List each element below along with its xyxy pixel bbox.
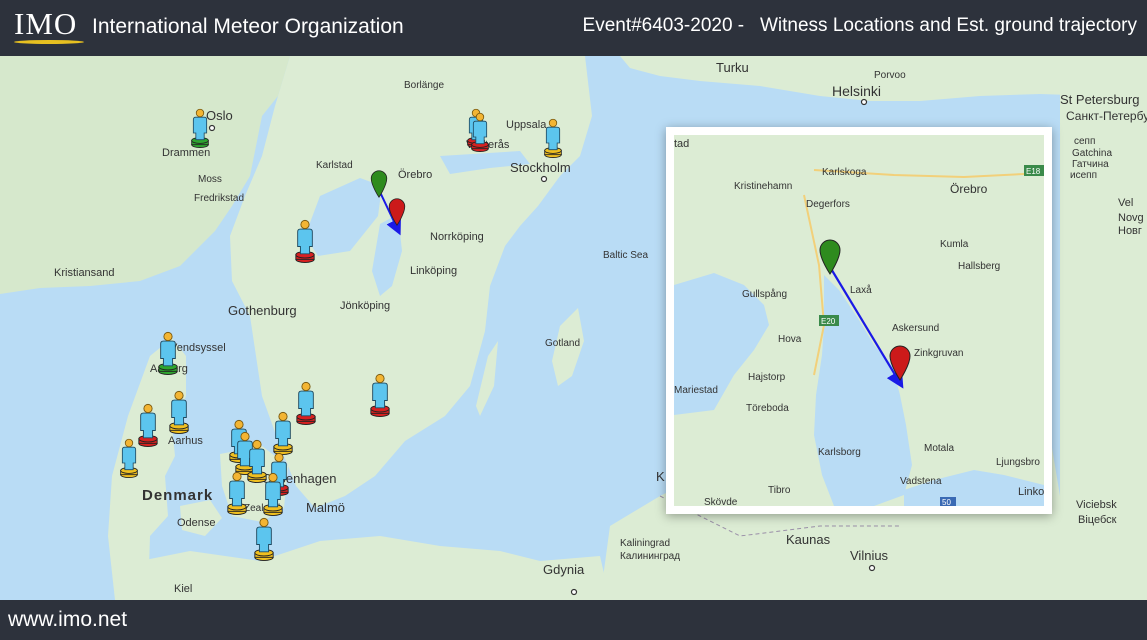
germany-poland-land xyxy=(130,536,610,600)
header-bar: IMO International Meteor Organization Ev… xyxy=(0,0,1147,56)
inset-label-hova: Hova xyxy=(778,334,802,345)
label-borlange: Borlänge xyxy=(404,80,444,91)
label-kaunas: Kaunas xyxy=(786,532,831,547)
inset-map[interactable]: tad Karlskoga Kristinehamn Degerfors Öre… xyxy=(674,135,1044,506)
label-gothenburg: Gothenburg xyxy=(228,303,297,318)
oland-land xyxy=(476,341,498,416)
label-vendsyssel: Vendsyssel xyxy=(170,342,226,354)
label-oslo: Oslo xyxy=(206,108,233,123)
inset-label-askersund: Askersund xyxy=(892,323,939,334)
label-stockholm: Stockholm xyxy=(510,160,571,175)
inset-label-degerfors: Degerfors xyxy=(806,199,850,210)
road-shield-50: 50 xyxy=(942,498,951,506)
inset-label-hallsberg: Hallsberg xyxy=(958,261,1000,272)
label-sepp: сепп xyxy=(1074,136,1095,147)
imo-logo: IMO xyxy=(14,6,78,41)
label-novg: Novg xyxy=(1118,212,1144,224)
road-shield-e18: E18 xyxy=(1026,167,1041,176)
label-gotland: Gotland xyxy=(545,338,580,349)
inset-label-ljungsbro: Ljungsbro xyxy=(996,457,1040,468)
inset-label-karlsborg: Karlsborg xyxy=(818,447,861,458)
label-gatchina-ru: Гатчина xyxy=(1072,159,1109,170)
label-norrkoping: Norrköping xyxy=(430,231,484,243)
inset-label-gullspang: Gullspång xyxy=(742,288,787,300)
label-vel: Vel xyxy=(1118,197,1133,209)
inset-label-tibro: Tibro xyxy=(768,485,791,496)
inset-map-frame: tad Karlskoga Kristinehamn Degerfors Öre… xyxy=(666,127,1052,514)
label-baltic-sea: Baltic Sea xyxy=(603,250,648,261)
label-st-petersburg-ru: Санкт-Петербург xyxy=(1066,109,1147,123)
label-kaliningrad-ru: Калининград xyxy=(620,551,680,562)
label-vilnius: Vilnius xyxy=(850,548,889,563)
label-fredrikstad: Fredrikstad xyxy=(194,193,244,204)
footer-url[interactable]: www.imo.net xyxy=(8,608,127,632)
label-karlstad: Karlstad xyxy=(316,160,353,171)
label-linkoping: Linköping xyxy=(410,265,457,277)
label-porvoo: Porvoo xyxy=(874,70,906,81)
label-kristiansand: Kristiansand xyxy=(54,267,115,279)
road-shield-e20: E20 xyxy=(821,317,836,326)
label-uppsala: Uppsala xyxy=(506,119,547,131)
witness-marker[interactable] xyxy=(254,517,274,562)
inset-label-mariestad: Mariestad xyxy=(674,385,718,396)
label-novg-ru: Новг xyxy=(1118,225,1142,237)
inset-label-vadstena: Vadstena xyxy=(900,476,942,487)
inset-label-kristinehamn: Kristinehamn xyxy=(734,181,792,192)
label-malmo: Malmö xyxy=(306,500,345,515)
label-helsinki: Helsinki xyxy=(832,83,881,99)
label-viciebsk: Viciebsk xyxy=(1076,499,1117,511)
inset-label-laxa: Laxå xyxy=(850,284,872,296)
inset-label-zinkgruvan: Zinkgruvan xyxy=(914,348,963,359)
inset-label-motala: Motala xyxy=(924,443,954,454)
footer-bar: www.imo.net xyxy=(0,600,1147,640)
label-aarhus: Aarhus xyxy=(168,435,203,447)
label-gatchina: Gatchina xyxy=(1072,148,1112,159)
inset-label-karlskoga: Karlskoga xyxy=(822,167,867,178)
inset-label-hajstorp: Hajstorp xyxy=(748,372,786,383)
inset-label-karlstad: tad xyxy=(674,138,689,150)
label-gdynia: Gdynia xyxy=(543,562,585,577)
label-moss: Moss xyxy=(198,174,222,185)
inset-label-kumla: Kumla xyxy=(940,239,969,250)
label-odense: Odense xyxy=(177,517,216,529)
label-edge-k: K xyxy=(656,469,665,484)
inset-label-toreboda: Töreboda xyxy=(746,403,789,414)
label-kaliningrad: Kaliningrad xyxy=(620,538,670,549)
event-title: Event#6403-2020 - Witness Locations and … xyxy=(582,15,1137,36)
label-drammen: Drammen xyxy=(162,147,210,159)
witness-marker[interactable] xyxy=(158,331,178,376)
label-jonkoping: Jönköping xyxy=(340,300,390,312)
label-visepp: исепп xyxy=(1070,170,1097,181)
label-denmark: Denmark xyxy=(142,487,213,504)
label-turku: Turku xyxy=(716,60,749,75)
inset-label-orebro: Örebro xyxy=(950,182,988,196)
logo-swoosh xyxy=(14,40,84,44)
inset-label-linkoping: Linko xyxy=(1018,486,1044,498)
inset-label-skovde: Skövde xyxy=(704,497,738,506)
organization-name: International Meteor Organization xyxy=(92,15,404,38)
label-orebro: Örebro xyxy=(398,169,432,181)
label-st-petersburg: St Petersburg xyxy=(1060,92,1140,107)
label-kiel: Kiel xyxy=(174,583,192,595)
label-viciebsk-by: Віцебск xyxy=(1078,514,1117,526)
